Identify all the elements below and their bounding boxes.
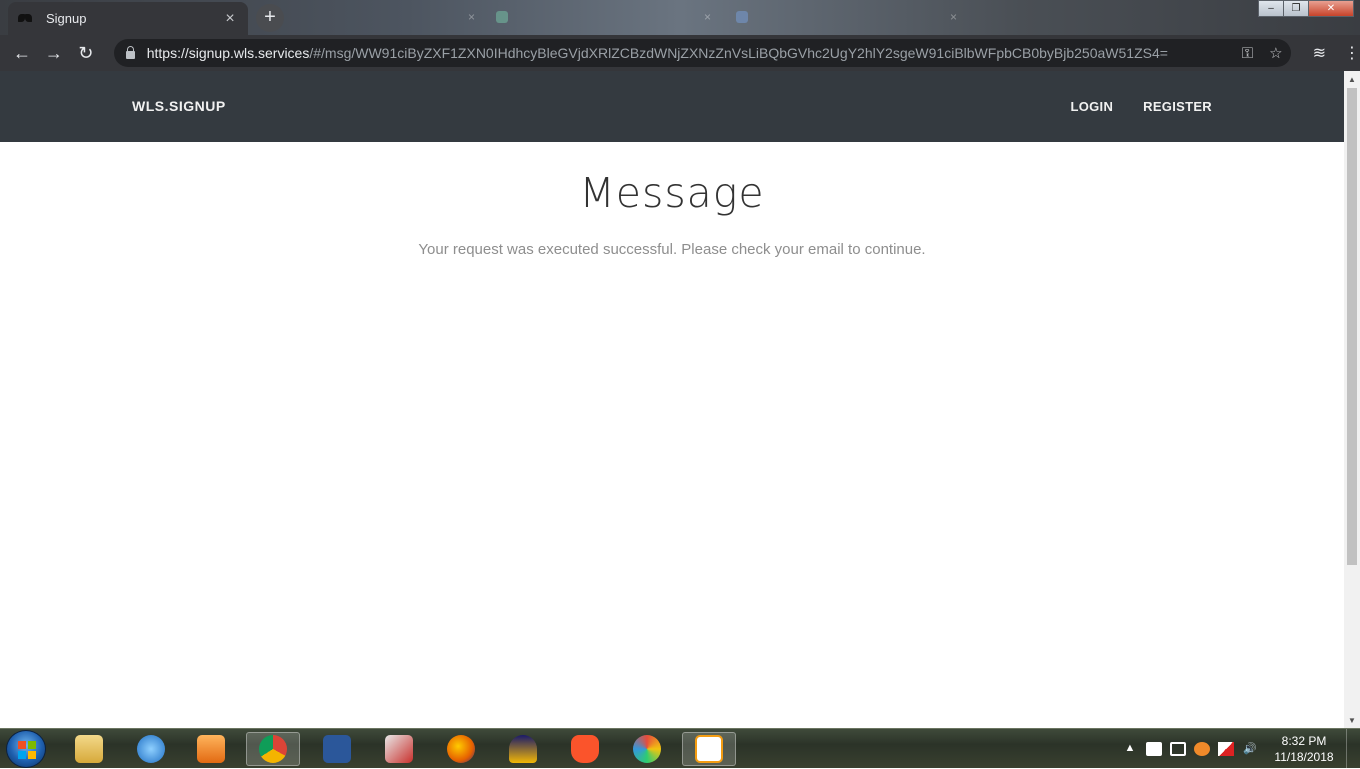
- sun-broadband-icon: [695, 735, 723, 763]
- lock-icon[interactable]: [125, 45, 135, 59]
- close-window-button[interactable]: ✕: [1308, 0, 1354, 17]
- scrollbar-thumb[interactable]: [1347, 88, 1357, 565]
- login-link[interactable]: LOGIN: [1070, 99, 1113, 114]
- taskbar-internet-explorer[interactable]: [124, 732, 178, 766]
- tab-favicon-icon: [736, 11, 748, 23]
- media-player-icon: [197, 735, 225, 763]
- windows-flag-icon: [18, 741, 36, 759]
- taskbar-firefox[interactable]: [434, 732, 488, 766]
- extension-icon[interactable]: ≋: [1313, 43, 1326, 63]
- url-host: https://signup.wls.services: [146, 45, 310, 61]
- register-link[interactable]: REGISTER: [1143, 99, 1212, 114]
- internet-explorer-icon: [137, 735, 165, 763]
- word-icon: [323, 735, 351, 763]
- taskbar-snipping-tool[interactable]: [372, 732, 426, 766]
- taskbar-media-player[interactable]: [184, 732, 238, 766]
- tab-close-icon[interactable]: ×: [468, 10, 475, 24]
- page-content: WLS.SIGNUP LOGIN REGISTER Message Your r…: [0, 71, 1344, 728]
- page-scrollbar[interactable]: ▲ ▼: [1344, 71, 1360, 728]
- avast-icon[interactable]: [1194, 742, 1210, 756]
- volume-icon[interactable]: 🔊: [1242, 742, 1258, 756]
- browser-menu-icon[interactable]: ⋮: [1344, 43, 1360, 63]
- taskbar-clock[interactable]: 8:32 PM 11/18/2018: [1266, 733, 1342, 765]
- network-icon[interactable]: [1170, 742, 1186, 756]
- address-bar[interactable]: https://signup.wls.services /#/msg/WW91c…: [113, 39, 1291, 67]
- taskbar-paint[interactable]: [620, 732, 674, 766]
- clock-time: 8:32 PM: [1281, 734, 1327, 748]
- folder-icon: [75, 735, 103, 763]
- firefox-icon: [447, 735, 475, 763]
- new-tab-button[interactable]: +: [256, 4, 284, 32]
- status-message: Your request was executed successful. Pl…: [418, 241, 926, 258]
- bow-tie-favicon-icon: [18, 13, 32, 24]
- tab-close-icon[interactable]: ×: [704, 10, 711, 24]
- browser-tab-strip: Signup × + × × × – ❐ ✕: [0, 0, 1360, 35]
- scroll-down-arrow-icon[interactable]: ▼: [1348, 716, 1356, 725]
- background-tab-2[interactable]: ×: [496, 6, 711, 28]
- browser-toolbar: ← → ↻ https://signup.wls.services /#/msg…: [0, 35, 1360, 71]
- page-title: Message: [579, 169, 765, 217]
- url-path: /#/msg/WW91ciByZXF1ZXN0IHdhcyBleGVjdXRlZ…: [309, 45, 1168, 61]
- taskbar-audio-app[interactable]: [496, 732, 550, 766]
- forward-button[interactable]: →: [38, 37, 70, 69]
- action-center-flag-icon[interactable]: [1218, 742, 1234, 756]
- tab-close-icon[interactable]: ×: [222, 10, 238, 28]
- sun-tray-icon[interactable]: [1146, 742, 1162, 756]
- scissors-icon: [385, 735, 413, 763]
- back-button[interactable]: ←: [6, 37, 38, 69]
- restore-button[interactable]: ❐: [1283, 0, 1309, 17]
- tab-close-icon[interactable]: ×: [950, 10, 957, 24]
- show-desktop-button[interactable]: [1346, 729, 1360, 769]
- taskbar-file-explorer[interactable]: [62, 732, 116, 766]
- minimize-button[interactable]: –: [1258, 0, 1284, 17]
- windows-taskbar: ▲ 🔊 8:32 PM 11/18/2018: [0, 728, 1360, 769]
- window-controls: – ❐ ✕: [1258, 0, 1354, 17]
- background-tab-3[interactable]: ×: [736, 6, 957, 28]
- tab-signup[interactable]: Signup ×: [8, 2, 248, 35]
- taskbar-brave[interactable]: [558, 732, 612, 766]
- taskbar-sun-broadband[interactable]: [682, 732, 736, 766]
- system-tray: ▲ 🔊 8:32 PM 11/18/2018: [1122, 729, 1360, 769]
- clock-date: 11/18/2018: [1274, 750, 1334, 764]
- key-icon[interactable]: ⚿: [1242, 45, 1253, 62]
- tab-title: Signup: [46, 11, 87, 26]
- start-button[interactable]: [6, 730, 46, 768]
- chrome-icon: [259, 735, 287, 763]
- headphones-icon: [509, 735, 537, 763]
- paint-palette-icon: [633, 735, 661, 763]
- site-brand-link[interactable]: WLS.SIGNUP: [132, 98, 226, 114]
- show-hidden-icons-icon[interactable]: ▲: [1122, 742, 1138, 756]
- bookmark-star-icon[interactable]: ☆: [1269, 44, 1282, 62]
- taskbar-word[interactable]: [310, 732, 364, 766]
- reload-button[interactable]: ↻: [70, 37, 102, 69]
- scroll-up-arrow-icon[interactable]: ▲: [1348, 75, 1356, 84]
- taskbar-chrome[interactable]: [246, 732, 300, 766]
- site-navbar: WLS.SIGNUP LOGIN REGISTER: [0, 71, 1344, 142]
- tab-favicon-icon: [496, 11, 508, 23]
- background-tab-1[interactable]: ×: [292, 6, 475, 28]
- brave-lion-icon: [571, 735, 599, 763]
